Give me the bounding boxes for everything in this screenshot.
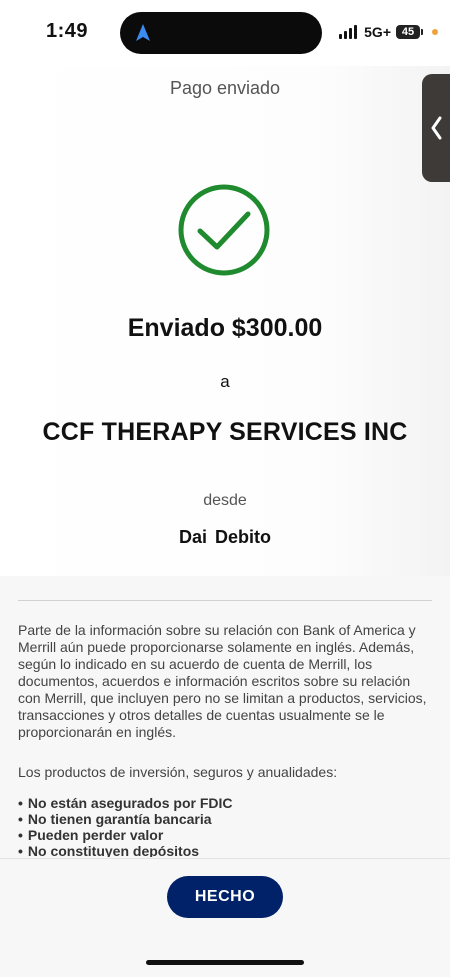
privacy-indicator-dot xyxy=(432,29,438,35)
battery-icon: 45 xyxy=(396,25,423,39)
home-indicator[interactable] xyxy=(146,960,304,965)
bullet-item: No tienen garantía bancaria xyxy=(18,811,434,827)
status-bar: 1:49 5G+ 45 xyxy=(0,0,450,66)
navigation-arrow-icon xyxy=(136,24,150,41)
status-indicators: 5G+ 45 xyxy=(339,22,438,42)
disclosure-text: Parte de la información sobre su relació… xyxy=(18,622,427,740)
from-label: desde xyxy=(203,492,247,509)
bullet-item: No constituyen depósitos xyxy=(18,843,434,857)
bullet-item: Pueden perder valor xyxy=(18,827,434,843)
to-label: a xyxy=(220,372,230,391)
network-type: 5G+ xyxy=(364,24,391,40)
done-button[interactable]: HECHO xyxy=(167,876,283,918)
source-account: Dai Debito xyxy=(178,527,271,547)
sent-amount: Enviado $300.00 xyxy=(127,314,323,342)
chevron-left-icon xyxy=(431,116,442,140)
bullet-item: No están asegurados por FDIC xyxy=(18,795,434,811)
page-title: Pago enviado xyxy=(169,78,281,98)
dynamic-island xyxy=(120,12,322,54)
checkmark-circle-icon xyxy=(178,184,270,276)
disclosure-subhead: Los productos de inversión, seguros y an… xyxy=(18,764,338,780)
signal-icon xyxy=(339,25,358,39)
recipient-name: CCF THERAPY SERVICES INC xyxy=(42,418,408,446)
battery-level: 45 xyxy=(401,26,415,38)
section-divider xyxy=(18,600,432,601)
status-time: 1:49 xyxy=(46,20,89,42)
disclosure-bullet-list: No están asegurados por FDIC No tienen g… xyxy=(18,795,434,857)
